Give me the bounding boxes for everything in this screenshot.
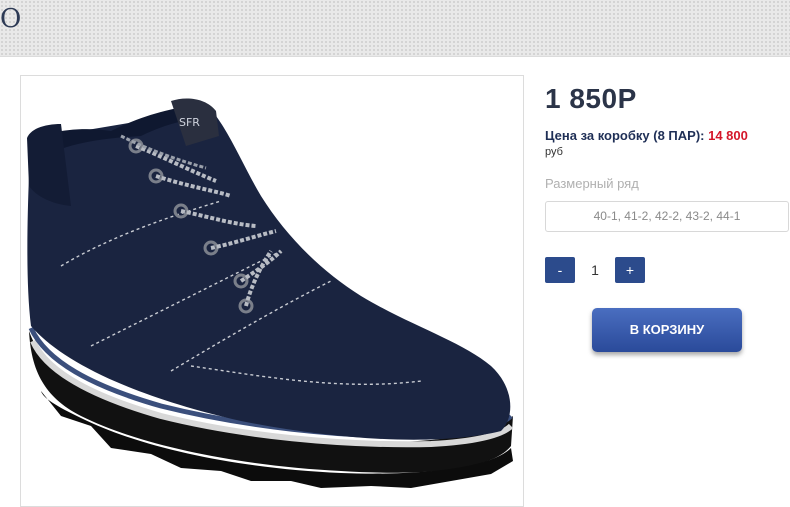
boot-upper	[27, 113, 511, 440]
box-price: Цена за коробку (8 ПАР): 14 800	[545, 128, 748, 143]
quantity-increase-button[interactable]: +	[615, 257, 645, 283]
top-banner: O	[0, 0, 790, 57]
page-title: O	[0, 4, 22, 34]
box-price-label: Цена за коробку (8 ПАР):	[545, 128, 705, 143]
quantity-decrease-button[interactable]: -	[545, 257, 575, 283]
box-price-value: 14 800	[708, 128, 748, 143]
product-card: SFR 1 850Р Цена за коробку (8 ПАР): 14 8…	[0, 58, 790, 507]
product-image-frame[interactable]: SFR	[20, 75, 524, 507]
product-image: SFR	[27, 98, 514, 488]
boot-brand-text: SFR	[179, 116, 200, 129]
product-price: 1 850Р	[545, 83, 637, 114]
quantity-value[interactable]: 1	[580, 257, 610, 283]
size-range-field[interactable]: 40-1, 41-2, 42-2, 43-2, 44-1	[545, 201, 789, 232]
add-to-cart-button[interactable]: В КОРЗИНУ	[592, 308, 742, 352]
box-price-currency: руб	[545, 146, 563, 158]
size-range-label: Размерный ряд	[545, 176, 639, 191]
